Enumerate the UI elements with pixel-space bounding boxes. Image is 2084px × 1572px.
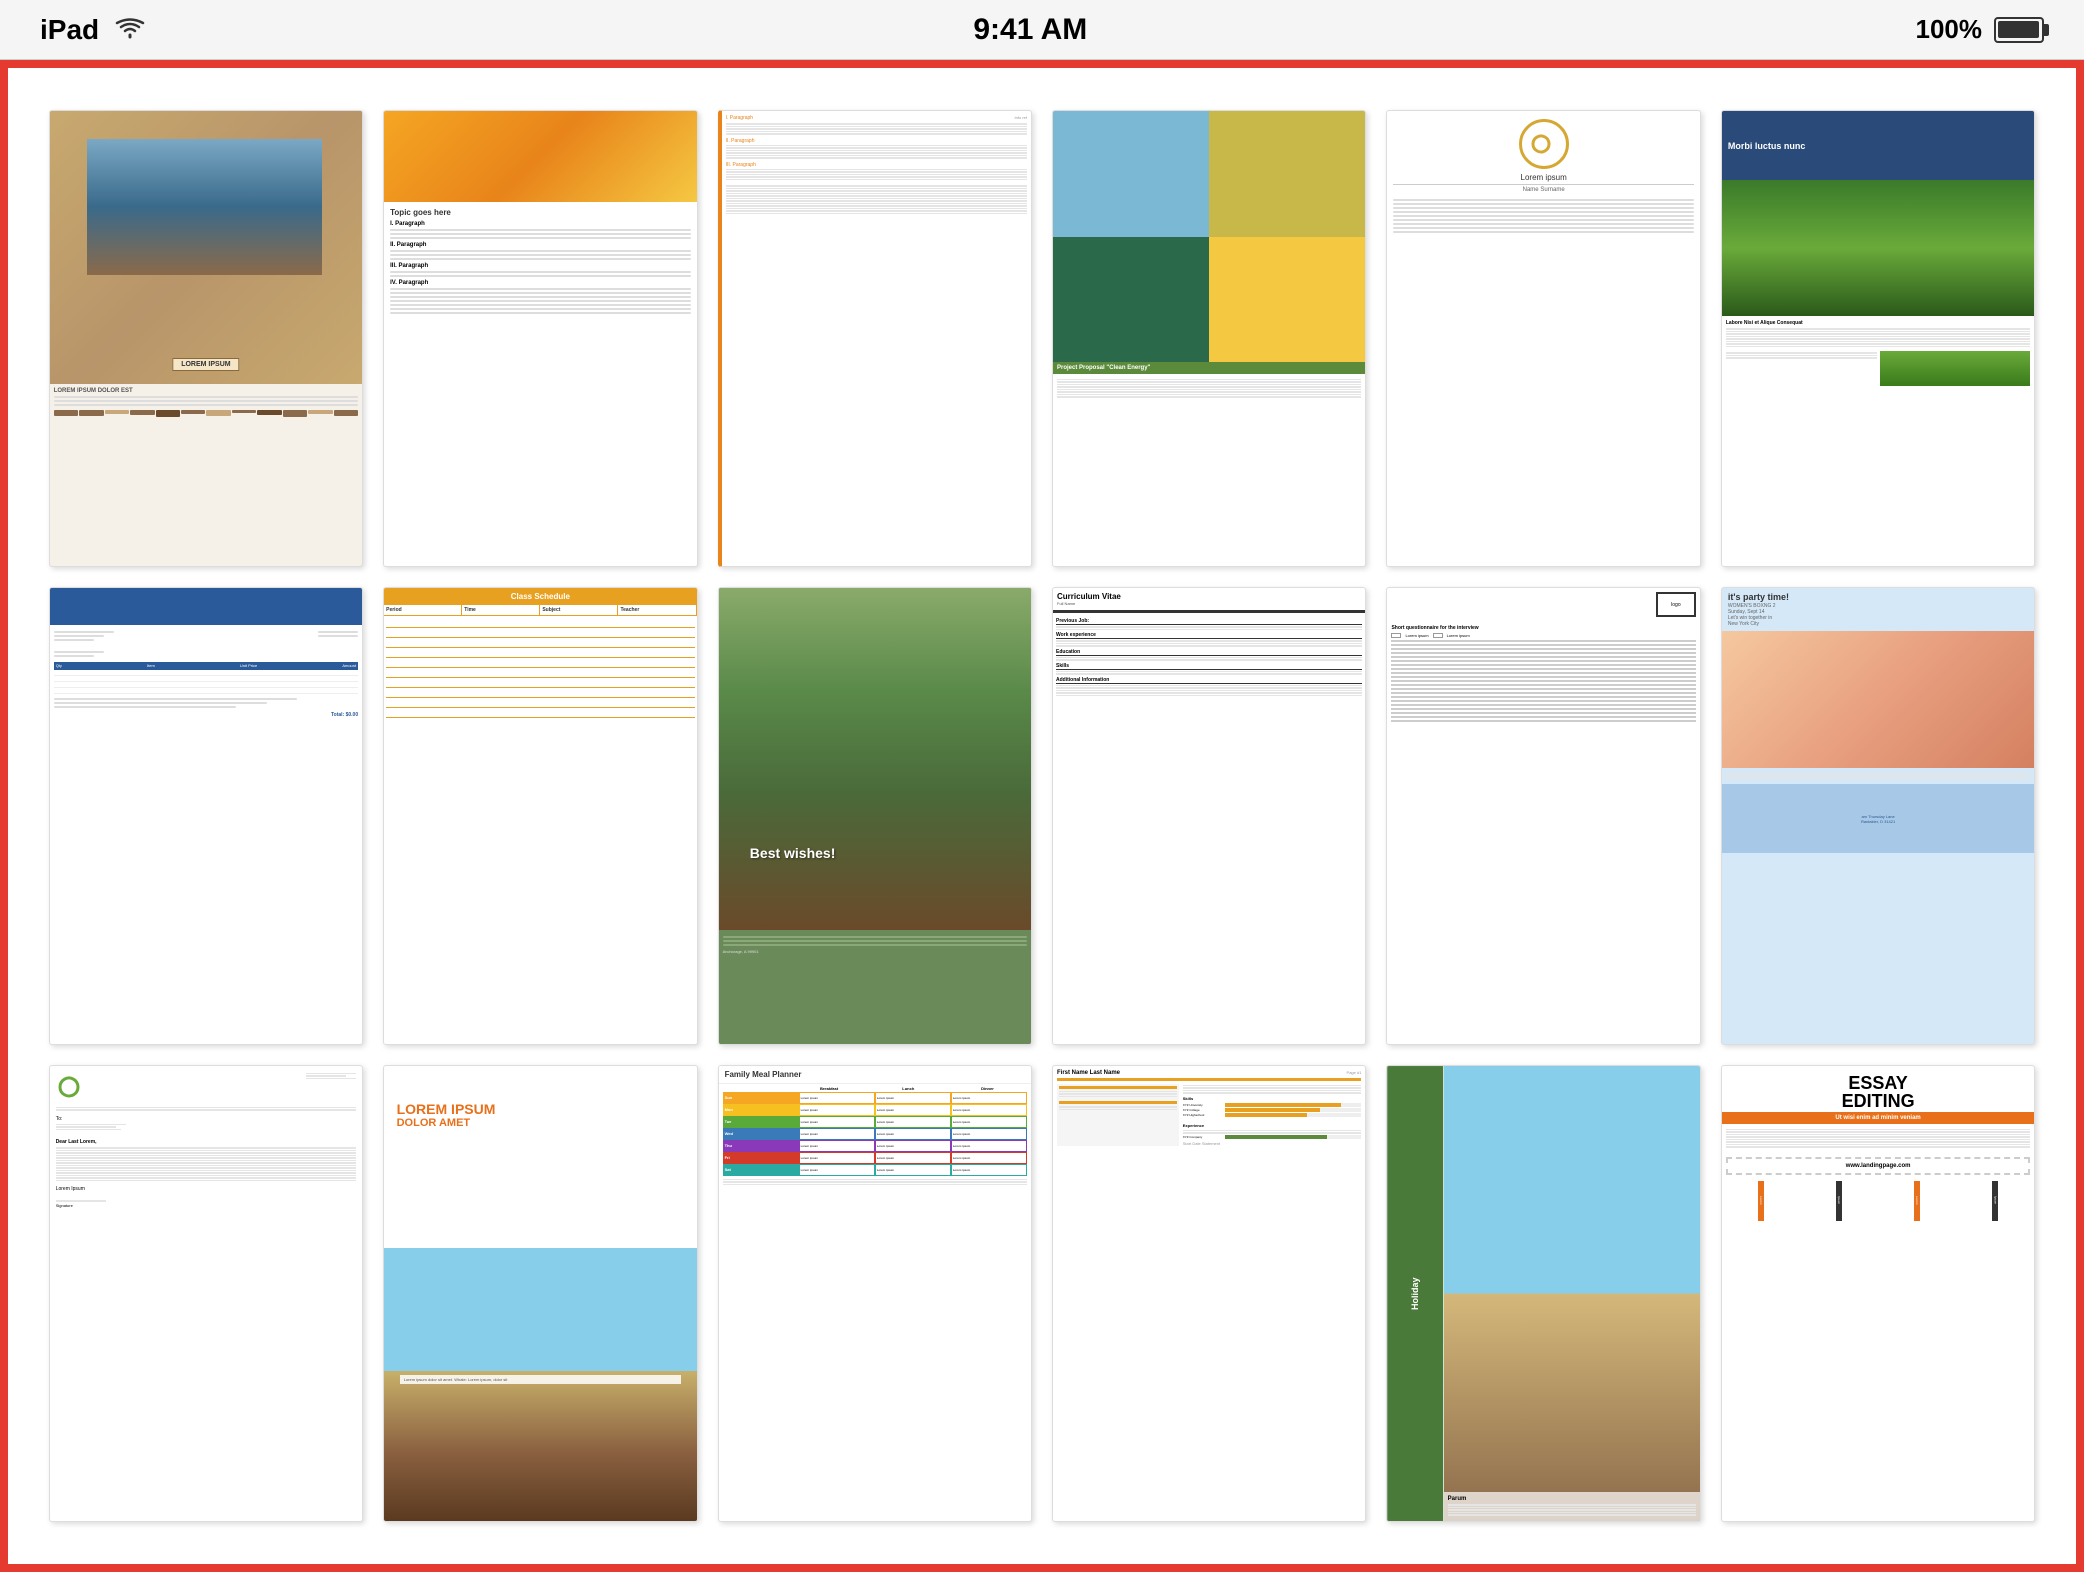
template-c-letter[interactable]: To: Dear Last Lorem, Lorem Ipsum Signatu… bbox=[49, 1065, 363, 1522]
energy-photos bbox=[1053, 111, 1365, 361]
doc-title: Topic goes here bbox=[390, 208, 690, 217]
party-text bbox=[1722, 768, 2034, 785]
garden-image: Best wishes! bbox=[719, 588, 1031, 929]
letter-title: Lorem ipsum bbox=[1387, 173, 1699, 182]
template-essay-editing[interactable]: ESSAYEDITING Ut wisi enim ad minim venia… bbox=[1721, 1065, 2035, 1522]
questionnaire-form: Short questionnaire for the interview Lo… bbox=[1387, 621, 1699, 728]
template-orange-text[interactable]: I. Paragraph Info ref II. Paragraph III.… bbox=[718, 110, 1032, 567]
resume-content: First Name Last Name Page #1 bbox=[1053, 1066, 1365, 1150]
template-grid: LOREM IPSUM LOREM IPSUM DOLOR EST bbox=[29, 90, 2056, 1541]
best-wishes-text: Best wishes! bbox=[750, 845, 836, 861]
energy-doc-lines bbox=[1053, 374, 1365, 403]
energy-photo-3 bbox=[1053, 237, 1209, 362]
essay-url-box: www.landingpage.com bbox=[1726, 1157, 2030, 1175]
meal-planner-table: Breakfast Lunch Dinner Sun Lorem ipsum L… bbox=[719, 1084, 1031, 1189]
device-label: iPad bbox=[40, 14, 99, 46]
wifi-icon bbox=[115, 14, 145, 46]
template-party-time[interactable]: it's party time! WOMEN'S BOXNG 2Sunday, … bbox=[1721, 587, 2035, 1044]
energy-title-bar: Project Proposal "Clean Energy" bbox=[1053, 362, 1365, 374]
main-content: LOREM IPSUM LOREM IPSUM DOLOR EST bbox=[0, 60, 2084, 1572]
letter-lines bbox=[1387, 193, 1699, 239]
template-lorem-dolor[interactable]: LOREM IPSUM DOLOR AMET Lorem ipsum dolor… bbox=[383, 1065, 697, 1522]
party-title-area: it's party time! WOMEN'S BOXNG 2Sunday, … bbox=[1722, 588, 2034, 631]
cv-name: Curriculum Vitae bbox=[1057, 592, 1361, 601]
template-best-wishes[interactable]: Best wishes! Anchorage, A 99901 bbox=[718, 587, 1032, 1044]
status-time: 9:41 AM bbox=[973, 13, 1087, 47]
energy-photo-2 bbox=[1209, 111, 1365, 236]
morbi-text-content: Labore Nisi et Alique Consequat bbox=[1722, 316, 2034, 390]
questionnaire-logo: logo bbox=[1656, 592, 1696, 617]
letter-logo bbox=[1519, 119, 1569, 169]
col-time: Time bbox=[462, 605, 540, 615]
letter-subtitle: Name Surname bbox=[1393, 184, 1693, 193]
status-bar: iPad 9:41 AM 100% bbox=[0, 0, 2084, 60]
essay-title: ESSAYEDITING bbox=[1722, 1066, 2034, 1112]
essay-subtitle: Ut wisi enim ad minim veniam bbox=[1722, 1112, 2034, 1124]
schedule-columns: Period Time Subject Teacher bbox=[384, 605, 696, 616]
template-cv[interactable]: Curriculum Vitae Full Name Previous Job:… bbox=[1052, 587, 1366, 1044]
col-teacher: Teacher bbox=[618, 605, 696, 615]
col-subject: Subject bbox=[540, 605, 618, 615]
essay-body-text bbox=[1722, 1124, 2034, 1153]
col-period: Period bbox=[384, 605, 462, 615]
template-topic-document[interactable]: Topic goes here I. Paragraph II. Paragra… bbox=[383, 110, 697, 567]
holiday-bottom-text: Parum bbox=[1444, 1492, 1700, 1521]
energy-photo-4 bbox=[1209, 237, 1365, 362]
morbi-header: Morbi luctus nunc bbox=[1722, 111, 2034, 179]
c-letter-content: To: Dear Last Lorem, Lorem Ipsum Signatu… bbox=[50, 1066, 362, 1214]
status-right: 100% bbox=[1916, 14, 2045, 45]
template-questionnaire[interactable]: logo Short questionnaire for the intervi… bbox=[1386, 587, 1700, 1044]
template-class-schedule[interactable]: Class Schedule Period Time Subject Teach… bbox=[383, 587, 697, 1044]
cork-background: LOREM IPSUM bbox=[50, 111, 362, 384]
template-clean-energy[interactable]: Project Proposal "Clean Energy" bbox=[1052, 110, 1366, 567]
morbi-green-image bbox=[1722, 180, 2034, 317]
cork-tag: LOREM IPSUM bbox=[172, 358, 239, 371]
template-invoice[interactable]: QtyItemUnit PriceAmount Total: $0.00 bbox=[49, 587, 363, 1044]
document-lines: Topic goes here I. Paragraph II. Paragra… bbox=[384, 202, 696, 322]
holiday-main-image: Parum bbox=[1444, 1066, 1700, 1521]
holiday-sidebar: Holiday bbox=[1387, 1066, 1443, 1521]
schedule-body bbox=[384, 616, 696, 730]
party-image bbox=[1722, 631, 2034, 768]
cork-photo bbox=[87, 139, 321, 276]
schedule-title: Class Schedule bbox=[384, 588, 696, 605]
template-morbi-luctus[interactable]: Morbi luctus nunc Labore Nisi et Alique … bbox=[1721, 110, 2035, 567]
cv-header: Curriculum Vitae Full Name bbox=[1053, 588, 1365, 613]
battery-icon bbox=[1994, 17, 2044, 43]
cv-sections: Previous Job: Work experience Education … bbox=[1053, 613, 1365, 700]
status-left: iPad bbox=[40, 14, 145, 46]
template-cork-board[interactable]: LOREM IPSUM LOREM IPSUM DOLOR EST bbox=[49, 110, 363, 567]
template-family-meal-planner[interactable]: Family Meal Planner Breakfast Lunch Dinn… bbox=[718, 1065, 1032, 1522]
orange-wave-header bbox=[384, 111, 696, 202]
essay-sidebar-strips: Lorem Ipsum Lorem Ipsum bbox=[1722, 1179, 2034, 1223]
essay-url: www.landingpage.com bbox=[1728, 1159, 2028, 1173]
garden-bottom-text: Anchorage, A 99901 bbox=[719, 930, 1031, 958]
meal-planner-title: Family Meal Planner bbox=[719, 1066, 1031, 1084]
party-blue-section: am Thursday LaneRantakler, D 31421 bbox=[1722, 784, 2034, 852]
cork-bottom: LOREM IPSUM DOLOR EST bbox=[50, 384, 362, 566]
template-resume[interactable]: First Name Last Name Page #1 bbox=[1052, 1065, 1366, 1522]
questionnaire-logo-area: logo bbox=[1387, 588, 1699, 621]
lorem-orange-title: LOREM IPSUM DOLOR AMET bbox=[397, 1102, 496, 1129]
template-holiday[interactable]: Holiday Parum bbox=[1386, 1065, 1700, 1522]
lorem-footer: Lorem ipsum dolor sit amet. Whate: Lorem… bbox=[400, 1375, 681, 1384]
battery-percent: 100% bbox=[1916, 14, 1983, 45]
template-lorem-letter[interactable]: Lorem ipsum Name Surname bbox=[1386, 110, 1700, 567]
invoice-content: QtyItemUnit PriceAmount Total: $0.00 bbox=[50, 625, 362, 722]
invoice-blue-top bbox=[50, 588, 362, 624]
orange-doc-content: I. Paragraph Info ref II. Paragraph III.… bbox=[722, 111, 1031, 219]
energy-photo-1 bbox=[1053, 111, 1209, 236]
